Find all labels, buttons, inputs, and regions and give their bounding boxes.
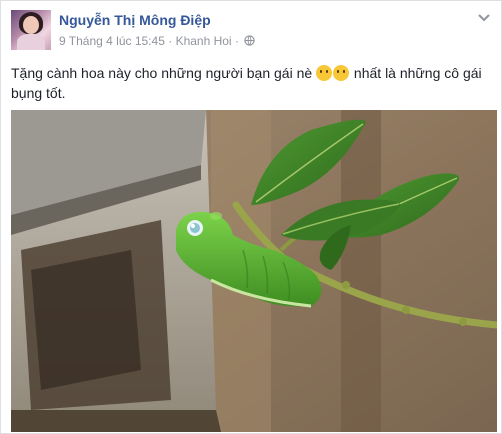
author-name-link[interactable]: Nguyễn Thị Mông Điệp bbox=[59, 12, 211, 28]
laughing-emoji-icon bbox=[333, 65, 350, 81]
post-text: Tặng cành hoa này cho những người bạn gá… bbox=[11, 63, 491, 103]
facebook-post: Nguyễn Thị Mông Điệp 9 Tháng 4 lúc 15:45… bbox=[0, 0, 502, 434]
meta-separator-2: · bbox=[234, 33, 239, 48]
wink-kiss-emoji-icon bbox=[316, 65, 333, 81]
globe-icon[interactable] bbox=[244, 35, 255, 47]
chevron-down-icon[interactable] bbox=[477, 13, 491, 23]
author-avatar[interactable] bbox=[11, 10, 51, 50]
location-link[interactable]: Khanh Hoi bbox=[176, 34, 232, 48]
post-text-part-1: Tặng cành hoa này cho những người bạn gá… bbox=[11, 65, 317, 81]
post-meta: 9 Tháng 4 lúc 15:45 · Khanh Hoi · bbox=[59, 33, 255, 48]
post-timestamp-link[interactable]: 9 Tháng 4 lúc 15:45 bbox=[59, 34, 165, 48]
meta-separator: · bbox=[168, 33, 173, 48]
post-photo[interactable] bbox=[11, 110, 497, 432]
